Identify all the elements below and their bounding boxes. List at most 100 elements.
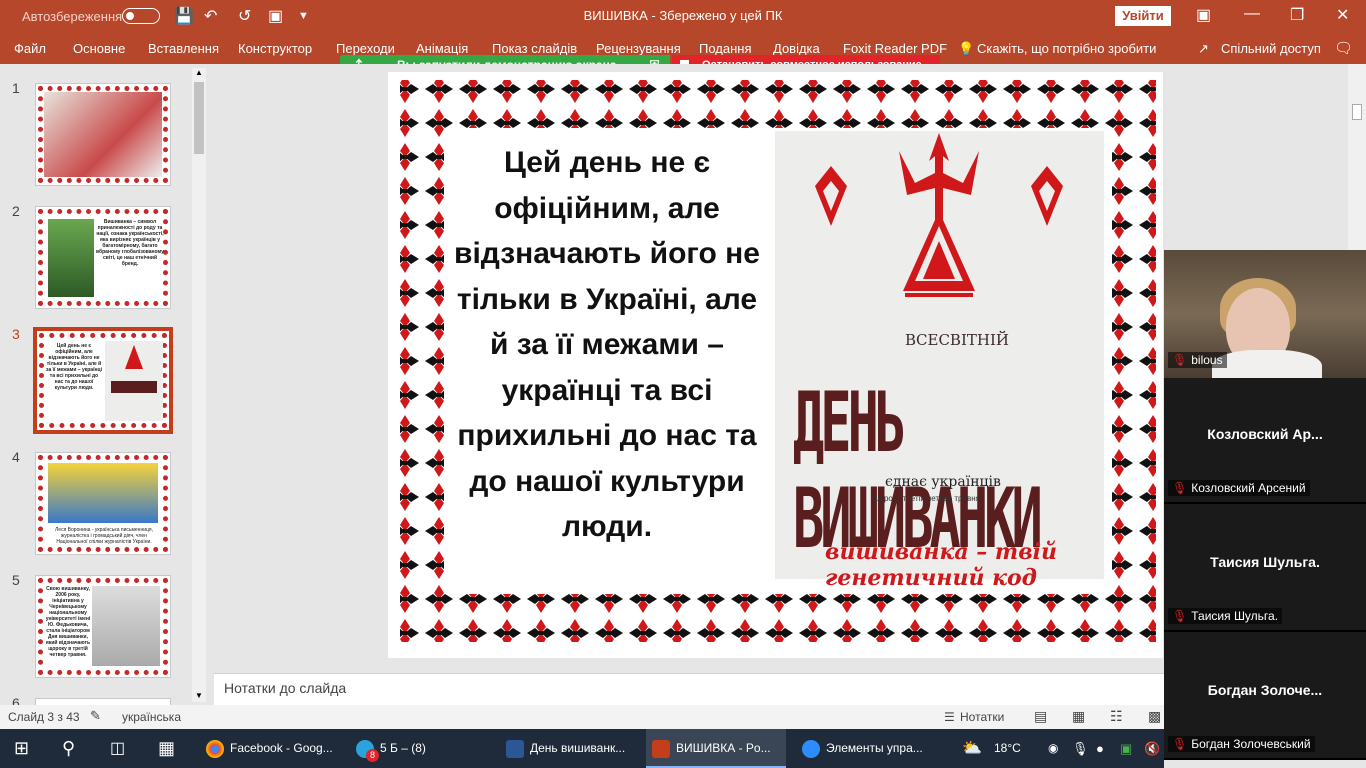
shirt-photo [44, 92, 162, 177]
participant-tile-2[interactable]: Козловский Ар... 🎙 Козловский Арсений [1164, 378, 1366, 504]
muted-mic-icon: 🎙 [1172, 481, 1188, 495]
notes-placeholder[interactable]: Нотатки до слайда [224, 680, 346, 696]
restore-icon[interactable]: ❐ [1290, 5, 1304, 25]
undo-icon[interactable]: ↶ [204, 6, 217, 26]
tab-foxit[interactable]: Foxit Reader PDF [843, 41, 947, 56]
status-bar: Слайд 3 з 43 ✎ українська ☰ Нотатки ▤ ▦ … [0, 705, 1164, 729]
notes-toggle[interactable]: Нотатки [960, 710, 1004, 724]
tab-file[interactable]: Файл [14, 41, 46, 56]
participant-display-name: Богдан Золоче... [1207, 682, 1323, 698]
slide-thumbnail-5[interactable]: Свою вишиванку, 2006 року, ініціативна у… [35, 575, 171, 678]
temperature[interactable]: 18°C [994, 729, 1021, 768]
slide-number: 5 [12, 572, 20, 588]
share-button[interactable]: Спільний доступ [1221, 41, 1321, 56]
participant-name-tag: 🎙 Таисия Шульга. [1168, 608, 1283, 624]
poster-subtitle: єднає українців [885, 474, 1001, 490]
zoom-tray-icon[interactable]: ● [1096, 729, 1104, 768]
tab-review[interactable]: Рецензування [596, 41, 681, 56]
scroll-down-icon[interactable]: ▼ [195, 691, 203, 700]
muted-mic-icon: 🎙 [1172, 609, 1188, 623]
tab-transitions[interactable]: Переходи [336, 41, 395, 56]
slide3-text: Цей день не є офіційним, але відзначають… [46, 343, 102, 391]
participant-tile-1[interactable]: 🎙 bilous [1164, 250, 1366, 378]
tab-help[interactable]: Довідка [773, 41, 820, 56]
taskbar-word[interactable]: День вишиванк... [500, 729, 640, 768]
slide-number: 1 [12, 80, 20, 96]
poster-date-line: щороку третій четвер травня [873, 494, 980, 503]
scroll-up-icon[interactable]: ▲ [195, 68, 203, 77]
day-of-vyshyvanka-poster[interactable]: ВСЕСВІТНІЙ ДЕНЬ ВИШИВАНКИ єднає українці… [775, 131, 1104, 591]
normal-view-icon[interactable]: ▤ [1034, 708, 1047, 725]
windows-start-icon[interactable]: ⊞ [14, 729, 29, 768]
participant-tile-4[interactable]: Богдан Золоче... 🎙 Богдан Золочевський [1164, 634, 1366, 760]
slide-number: 3 [12, 326, 20, 342]
slide-thumbnail-2[interactable]: Вишиванка – символ приналежності до роду… [35, 206, 171, 309]
microphone-icon[interactable]: 🎙 [1072, 729, 1089, 768]
calculator-icon[interactable]: ▦ [158, 729, 175, 768]
tab-slideshow[interactable]: Показ слайдів [492, 41, 577, 56]
participant-name-tag: 🎙 Богдан Золочевський [1168, 736, 1315, 752]
slideshow-view-icon[interactable]: ▩ [1148, 708, 1161, 725]
tab-view[interactable]: Подання [699, 41, 752, 56]
ribbon-display-icon[interactable]: ▣ [1196, 5, 1211, 25]
taskbar-powerpoint[interactable]: ВИШИВКА - Po... [646, 729, 786, 768]
muted-mic-icon: 🎙 [1172, 737, 1188, 751]
tab-insert[interactable]: Вставлення [148, 41, 219, 56]
participant-name-tag: 🎙 bilous [1168, 352, 1227, 368]
spellcheck-icon[interactable]: ✎ [90, 708, 101, 724]
slide-scrollbar-thumb[interactable] [1352, 104, 1362, 120]
customize-toolbar-icon[interactable]: ▼ [298, 10, 309, 22]
slide-thumbnail-3[interactable]: Цей день не є офіційним, але відзначають… [33, 327, 173, 434]
participant-tile-3[interactable]: Таисия Шульга. 🎙 Таисия Шульга. [1164, 506, 1366, 632]
poster-slogan: вишиванка – твій генетичний код [825, 539, 1057, 591]
autosave-toggle[interactable] [122, 8, 160, 24]
slide-counter: Слайд 3 з 43 [8, 710, 80, 724]
tab-animations[interactable]: Анімація [416, 41, 468, 56]
weather-icon[interactable]: ⛅ [962, 729, 982, 768]
search-icon[interactable]: ⚲ [62, 729, 75, 768]
notes-pane[interactable]: Нотатки до слайда [214, 673, 1164, 705]
save-icon[interactable]: 💾 [174, 6, 194, 26]
video-participants-panel: 🎙 bilous Козловский Ар... 🎙 Козловский Арс… [1164, 250, 1366, 760]
slide-thumbnail-6[interactable] [35, 698, 171, 705]
slide-sorter-icon[interactable]: ▦ [1072, 708, 1085, 725]
slide-thumbnail-1[interactable] [35, 83, 171, 186]
notes-icon[interactable]: ☰ [944, 710, 955, 724]
slide-thumbnail-4[interactable]: Леся Воронина - українська письменниця, … [35, 452, 171, 555]
title-bar: Автозбереження 💾 ↶ ↺ ▣ ▼ ВИШИВКА - Збере… [0, 0, 1366, 32]
participant-name-tag: 🎙 Козловский Арсений [1168, 480, 1310, 496]
tell-me-search[interactable]: Скажіть, що потрібно зробити [977, 41, 1156, 56]
woman-photo [92, 586, 160, 666]
tray-mic-muted-icon[interactable]: 🔇 [1144, 729, 1160, 768]
slide-main-text[interactable]: Цей день не є офіційним, але відзначають… [452, 140, 762, 550]
participant-display-name: Козловский Ар... [1207, 426, 1323, 442]
redo-icon[interactable]: ↺ [238, 6, 251, 26]
tab-home[interactable]: Основне [73, 41, 125, 56]
thumbnails-scrollbar[interactable]: ▲ ▼ [192, 68, 206, 702]
slide-number: 4 [12, 449, 20, 465]
slide4-text: Леся Воронина - українська письменниця, … [55, 527, 153, 545]
taskbar-chrome[interactable]: Facebook - Goog... [200, 729, 340, 768]
tab-design[interactable]: Конструктор [238, 41, 312, 56]
taskbar-zoom[interactable]: Элементы упра... [796, 729, 936, 768]
sign-in-button[interactable]: Увійти [1115, 6, 1171, 26]
tree-of-life-ornament [815, 133, 1063, 297]
tray-app-icon[interactable]: ◉ [1048, 729, 1058, 768]
task-view-icon[interactable]: ◫ [110, 729, 125, 768]
reading-view-icon[interactable]: ☷ [1110, 708, 1123, 725]
scrollbar-thumb[interactable] [194, 82, 204, 154]
powerpoint-icon [652, 739, 670, 758]
taskbar-telegram[interactable]: 5 Б – (8) 8 [350, 729, 490, 768]
minimize-icon[interactable]: — [1244, 5, 1260, 23]
crowd-photo [48, 463, 158, 523]
present-from-start-icon[interactable]: ▣ [268, 6, 283, 26]
slide-number: 2 [12, 203, 20, 219]
poster-mini [105, 341, 163, 421]
telegram-badge: 8 [366, 749, 379, 762]
slide-scrollbar[interactable] [1348, 64, 1366, 250]
tray-green-icon[interactable]: ▣ [1120, 729, 1132, 768]
language-indicator[interactable]: українська [122, 710, 181, 724]
poster-line-worldwide: ВСЕСВІТНІЙ [905, 331, 1009, 349]
close-icon[interactable]: ✕ [1336, 5, 1349, 25]
comments-icon[interactable]: 🗨 [1334, 39, 1353, 57]
